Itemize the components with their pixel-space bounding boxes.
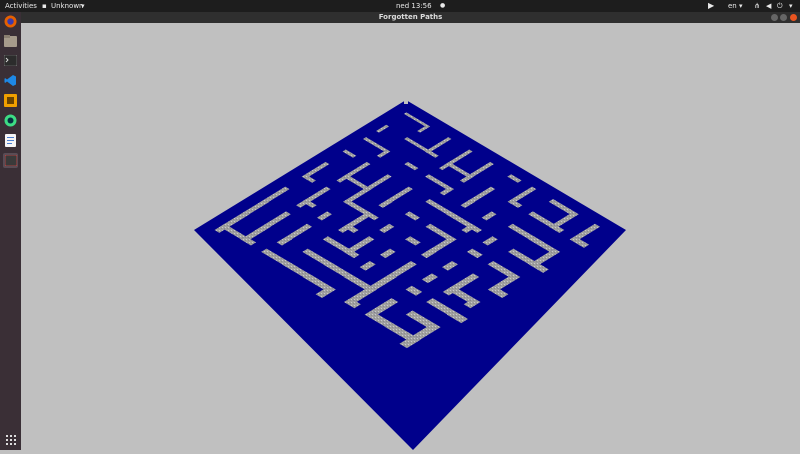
chevron-down-icon: ▾ [81, 2, 85, 10]
language-selector[interactable]: en [728, 0, 737, 12]
minimize-icon[interactable] [771, 14, 778, 21]
game-viewport[interactable] [21, 23, 800, 450]
files-icon[interactable] [3, 33, 18, 48]
window-titlebar[interactable]: Forgotten Paths [21, 12, 800, 23]
maze-top-marker [404, 98, 408, 104]
window-title: Forgotten Paths [378, 13, 443, 21]
vscode-icon[interactable] [3, 73, 18, 88]
dock [0, 12, 21, 450]
camera-icon[interactable]: ▶ [708, 0, 714, 12]
app-menu-icon: ▪ [42, 2, 47, 10]
network-icon[interactable]: ⋔ [754, 0, 760, 12]
app-icon[interactable] [3, 93, 18, 108]
android-studio-icon[interactable] [3, 113, 18, 128]
volume-icon[interactable]: ◀ [766, 0, 771, 12]
maze-canvas [194, 98, 626, 450]
show-applications-icon[interactable] [3, 432, 18, 447]
firefox-icon[interactable] [3, 14, 18, 29]
text-editor-icon[interactable] [3, 133, 18, 148]
close-icon[interactable] [790, 14, 797, 21]
maze-floor [194, 100, 626, 450]
forgotten-paths-icon[interactable] [3, 153, 18, 168]
language-chevron-icon: ▾ [739, 2, 743, 10]
activities-button[interactable]: Activities [5, 0, 37, 12]
top-bar: Activities ▪ Unknown ▾ ned 13:56 ● ▶ en … [0, 0, 800, 12]
terminal-icon[interactable] [3, 53, 18, 68]
system-menu-chevron-icon: ▾ [789, 2, 793, 10]
maximize-icon[interactable] [780, 14, 787, 21]
notification-dot-icon: ● [440, 2, 446, 9]
clock[interactable]: ned 13:56 [396, 0, 432, 12]
app-menu-button[interactable]: Unknown [51, 0, 84, 12]
power-icon[interactable]: ⏻ [777, 0, 783, 12]
